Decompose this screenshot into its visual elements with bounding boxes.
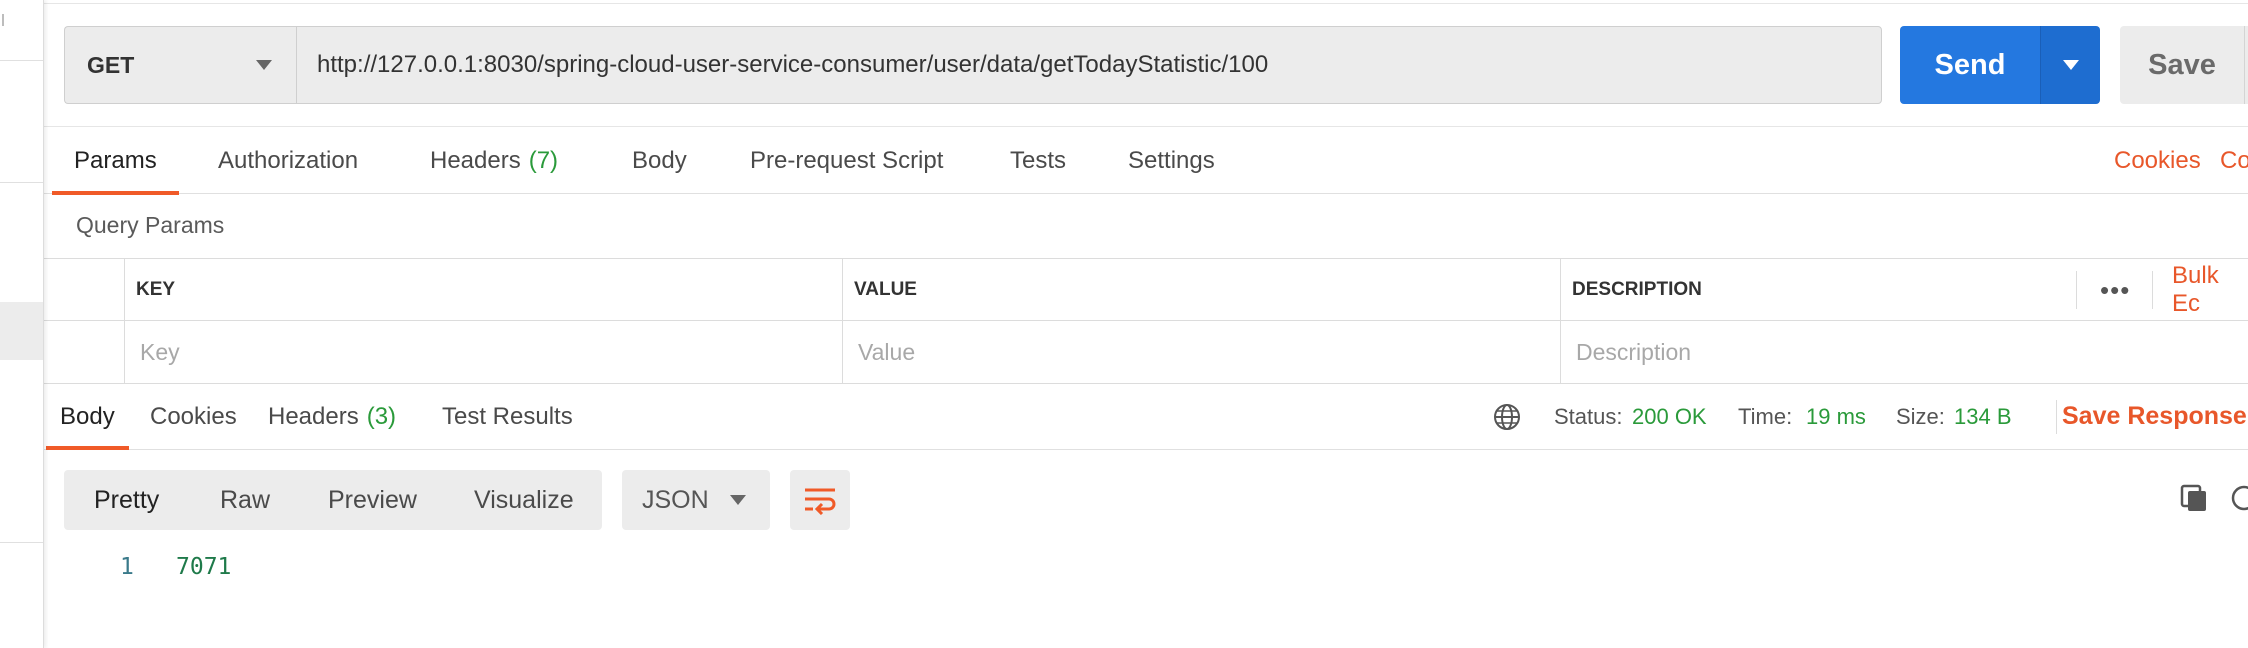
status-value: 200 OK: [1632, 403, 1707, 429]
tab-count: (3): [366, 402, 397, 430]
search-icon[interactable]: [2228, 482, 2248, 514]
view-pretty-button[interactable]: Pretty: [94, 470, 159, 530]
tab-label: Params: [74, 146, 157, 174]
cookies-link[interactable]: Cookies: [2114, 127, 2201, 194]
bulk-edit-link[interactable]: Bulk Ec: [2172, 259, 2248, 321]
time-value: 19 ms: [1806, 403, 1866, 429]
request-workspace: GET http://127.0.0.1:8030/spring-cloud-u…: [44, 0, 2248, 648]
tab-authorization[interactable]: Authorization: [218, 127, 358, 194]
sidebar-edge-mark: [2, 14, 6, 26]
description-input[interactable]: Description: [1576, 321, 1691, 383]
tab-label: Settings: [1128, 146, 1215, 174]
column-divider: [124, 259, 125, 383]
tab-strip-edge: [44, 0, 2248, 4]
copy-icon[interactable]: [2178, 482, 2210, 514]
request-bar: GET http://127.0.0.1:8030/spring-cloud-u…: [64, 26, 1882, 104]
size-value: 134 B: [1954, 403, 2012, 429]
tab-label: Test Results: [442, 402, 573, 430]
view-preview-button[interactable]: Preview: [328, 470, 417, 530]
wrap-lines-icon: [805, 488, 836, 515]
method-select[interactable]: GET: [64, 26, 296, 104]
size-label: Size:: [1896, 403, 1945, 429]
query-params-title: Query Params: [76, 212, 225, 238]
tab-label: Authorization: [218, 146, 359, 174]
tab-settings[interactable]: Settings: [1128, 127, 1215, 194]
tab-body[interactable]: Body: [632, 127, 687, 194]
format-select[interactable]: JSON: [622, 470, 770, 530]
column-divider: [1560, 259, 1561, 383]
value-input[interactable]: Value: [858, 321, 915, 383]
tab-params[interactable]: Params: [52, 127, 179, 195]
view-mode-group: Pretty Raw Preview Visualize: [64, 470, 602, 530]
tab-headers[interactable]: Headers (7): [430, 127, 558, 194]
save-button-group: Save: [2120, 26, 2248, 104]
tab-tests[interactable]: Tests: [1010, 127, 1066, 194]
view-visualize-button[interactable]: Visualize: [474, 470, 574, 530]
chevron-down-icon: [2062, 60, 2079, 70]
tab-label: Cookies: [150, 402, 237, 430]
tab-label: Body: [632, 146, 687, 174]
header-divider: [2152, 271, 2153, 309]
more-options-icon[interactable]: •••: [2100, 259, 2130, 321]
tab-pre-request-script[interactable]: Pre-request Script: [750, 127, 943, 194]
url-input[interactable]: http://127.0.0.1:8030/spring-cloud-user-…: [296, 26, 1882, 104]
view-raw-button[interactable]: Raw: [220, 470, 270, 530]
chevron-down-icon: [256, 60, 272, 70]
response-tabs: Body Cookies Headers (3) Test Results St…: [44, 384, 2248, 450]
key-input[interactable]: Key: [140, 321, 180, 383]
code-link[interactable]: Co: [2220, 127, 2248, 194]
chevron-down-icon: [730, 495, 746, 505]
response-body-value: 7071: [176, 554, 232, 580]
save-options-button[interactable]: [2244, 26, 2248, 104]
save-button[interactable]: Save: [2120, 26, 2244, 104]
tab-label: Headers: [268, 402, 359, 430]
request-tabs: Params Authorization Headers (7) Body Pr…: [44, 126, 2248, 195]
sidebar-divider: [0, 182, 43, 183]
globe-icon[interactable]: [1492, 402, 1522, 432]
sidebar-selected-item[interactable]: [0, 302, 43, 360]
sidebar-divider: [0, 542, 43, 543]
response-tab-body[interactable]: Body: [46, 384, 129, 450]
url-text: http://127.0.0.1:8030/spring-cloud-user-…: [317, 51, 1269, 78]
save-response-button[interactable]: Save Response: [2062, 384, 2247, 449]
sidebar-divider: [0, 60, 43, 61]
send-button-group: Send: [1900, 26, 2100, 104]
query-params-table: KEY VALUE DESCRIPTION ••• Bulk Ec Key Va…: [44, 258, 2248, 384]
header-divider: [2076, 271, 2077, 309]
table-header-row: [44, 259, 2248, 321]
response-tab-headers[interactable]: Headers (3): [268, 384, 396, 449]
line-number: 1: [120, 554, 134, 580]
tab-label: Pre-request Script: [750, 146, 944, 174]
tab-label: Tests: [1010, 146, 1067, 174]
tab-label: Headers: [430, 146, 521, 174]
send-button[interactable]: Send: [1900, 26, 2040, 104]
status-divider: [2056, 400, 2057, 434]
column-header-description: DESCRIPTION: [1572, 279, 1702, 300]
column-divider: [842, 259, 843, 383]
word-wrap-button[interactable]: [790, 470, 850, 530]
format-label: JSON: [642, 485, 709, 514]
time-label: Time:: [1738, 403, 1793, 429]
status-label: Status:: [1554, 403, 1623, 429]
tab-count: (7): [528, 146, 559, 174]
column-header-value: VALUE: [854, 279, 917, 300]
method-label: GET: [87, 51, 135, 78]
tab-label: Body: [60, 402, 115, 430]
table-row: [44, 321, 2248, 383]
column-header-key: KEY: [136, 279, 176, 300]
response-tab-cookies[interactable]: Cookies: [150, 384, 237, 449]
sidebar-edge: [0, 0, 44, 648]
response-tab-test-results[interactable]: Test Results: [442, 384, 573, 449]
send-options-button[interactable]: [2040, 26, 2100, 104]
